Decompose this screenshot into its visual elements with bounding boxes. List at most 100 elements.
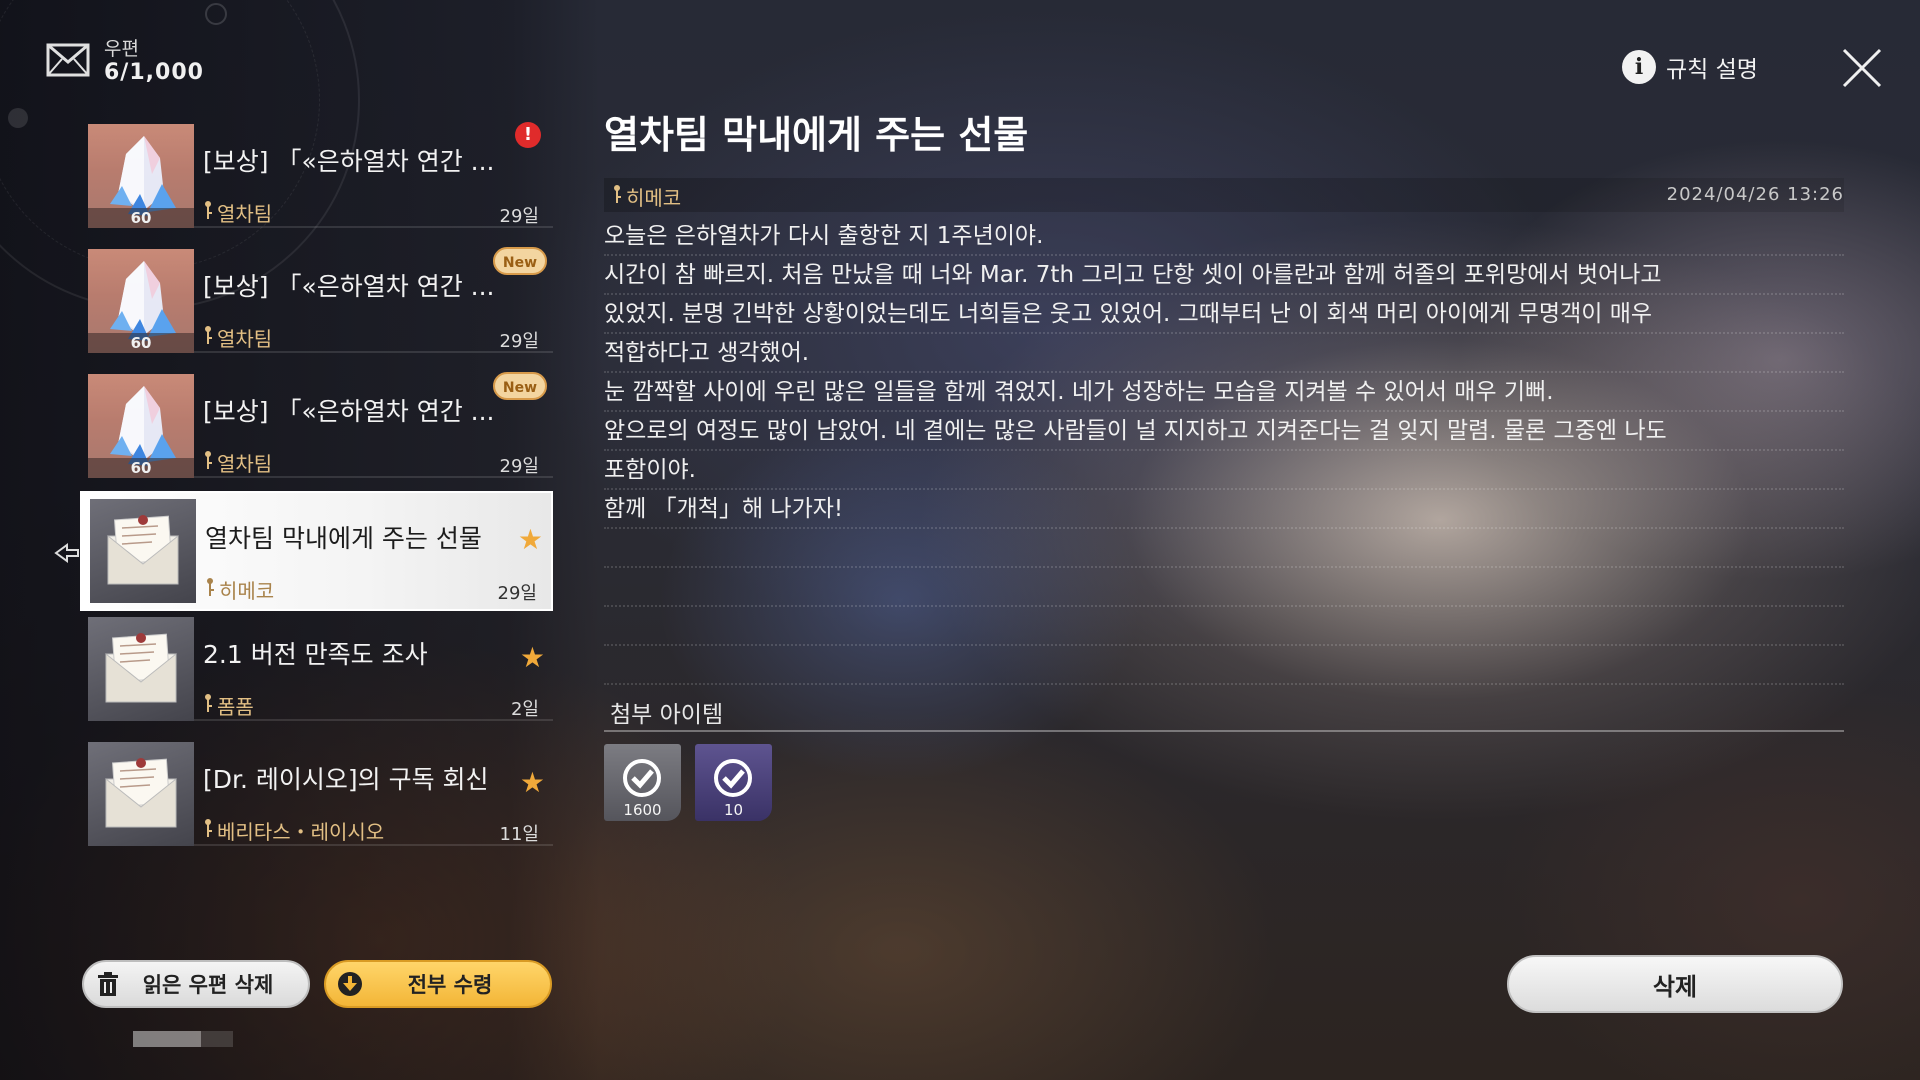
mail-days-remaining: 29일 — [499, 206, 539, 227]
sender-pin-icon — [203, 450, 213, 475]
sender-pin-icon — [203, 818, 213, 843]
mail-sender: 폼폼 — [203, 691, 254, 720]
sender-pin-icon — [203, 693, 213, 718]
mail-body-line: 눈 깜짝할 사이에 우린 많은 일들을 함께 겪었지. 네가 성장하는 모습을 … — [604, 373, 1844, 412]
mail-list-item[interactable]: [Dr. 레이시오]의 구독 회신베리타스・레이시오 11일 ★ — [88, 742, 553, 846]
download-icon — [326, 971, 374, 997]
mail-detail-title: 열차팀 막내에게 주는 선물 — [604, 113, 1029, 157]
envelope-icon — [46, 43, 90, 81]
attachment-quantity: 1600 — [623, 801, 662, 819]
info-icon: i — [1622, 50, 1656, 84]
reward-crystal-thumbnail: 60 — [88, 374, 194, 478]
list-scroll-thumb — [133, 1031, 201, 1047]
letter-thumbnail — [90, 499, 196, 603]
claimed-check-icon — [623, 759, 661, 797]
delete-mail-button[interactable]: 삭제 — [1507, 955, 1843, 1013]
mail-list-item[interactable]: 60 [보상] 「«은하열차 연간 ... 열차팀 29일 New — [88, 247, 553, 353]
mail-sender: 히메코 — [205, 575, 274, 604]
delete-read-mail-button[interactable]: 읽은 우편 삭제 — [82, 960, 310, 1008]
mail-sender-name: 열차팀 — [217, 327, 273, 351]
mail-body-line — [604, 568, 1844, 607]
selection-pointer-icon — [54, 543, 79, 563]
sender-pin-icon — [612, 184, 622, 209]
mail-detail-sender-name: 히메코 — [626, 186, 682, 210]
mail-list-item[interactable]: 열차팀 막내에게 주는 선물히메코 29일 ★ — [80, 491, 553, 611]
mail-body-line — [604, 529, 1844, 568]
mail-body-line: 오늘은 은하열차가 다시 출항한 지 1주년이야. — [604, 217, 1844, 256]
mail-body-line: 앞으로의 여정도 많이 남았어. 네 곁에는 많은 사람들이 널 지지하고 지켜… — [604, 412, 1844, 451]
mail-list-item[interactable]: 2.1 버전 만족도 조사폼폼 2일 ★ — [88, 617, 553, 721]
mail-subject: 2.1 버전 만족도 조사 — [203, 640, 428, 669]
star-icon: ★ — [519, 766, 545, 799]
mail-sender: 베리타스・레이시오 — [203, 816, 384, 845]
mail-body-line: 함께 「개척」해 나가자! — [604, 490, 1844, 529]
new-badge: New — [493, 247, 547, 275]
mail-body-line — [604, 646, 1844, 685]
sender-pin-icon — [205, 577, 215, 602]
mail-body-line: 적합하다고 생각했어. — [604, 334, 1844, 373]
decorative-dot — [8, 108, 28, 128]
attachments-list: 1600 10 — [604, 744, 772, 821]
mail-sender-name: 열차팀 — [217, 202, 273, 226]
mail-days-remaining: 2일 — [510, 699, 539, 720]
mailbox-header: 우편 6/1,000 — [46, 38, 204, 85]
mail-sender-name: 히메코 — [219, 579, 275, 603]
mail-sender-name: 열차팀 — [217, 452, 273, 476]
mail-list-item[interactable]: 60 [보상] 「«은하열차 연간 ... 열차팀 29일 New — [88, 372, 553, 478]
mail-days-remaining: 29일 — [499, 456, 539, 477]
rules-button-label: 규칙 설명 — [1666, 57, 1758, 83]
mail-subject: [Dr. 레이시오]의 구독 회신 — [203, 765, 489, 794]
mail-body-line — [604, 607, 1844, 646]
mail-sender-name: 베리타스・레이시오 — [217, 820, 385, 844]
attachment-item[interactable]: 1600 — [604, 744, 681, 821]
mail-list: 60 [보상] 「«은하열차 연간 ... 열차팀 29일! 60 [보상] 「«은하열차… — [80, 122, 553, 867]
mail-body-line: 시간이 참 빠르지. 처음 만났을 때 너와 Mar. 7th 그리고 단항 셋… — [604, 256, 1844, 295]
mail-sender: 열차팀 — [203, 198, 272, 227]
mail-subject: [보상] 「«은하열차 연간 ... — [203, 272, 495, 301]
mail-detail-meta: 히메코 2024/04/26 13:26 — [604, 178, 1844, 212]
mail-list-item[interactable]: 60 [보상] 「«은하열차 연간 ... 열차팀 29일! — [88, 122, 553, 228]
reward-quantity: 60 — [88, 458, 194, 478]
mail-subject: 열차팀 막내에게 주는 선물 — [205, 524, 482, 553]
reward-quantity: 60 — [88, 333, 194, 353]
delete-read-mail-label: 읽은 우편 삭제 — [142, 973, 274, 997]
reward-crystal-thumbnail: 60 — [88, 249, 194, 353]
reward-quantity: 60 — [88, 208, 194, 228]
attachment-item[interactable]: 10 — [695, 744, 772, 821]
trash-icon — [84, 972, 132, 996]
mail-subject: [보상] 「«은하열차 연간 ... — [203, 397, 495, 426]
mail-subject: [보상] 「«은하열차 연간 ... — [203, 147, 495, 176]
star-icon: ★ — [519, 641, 545, 674]
mailbox-count: 6/1,000 — [104, 60, 204, 85]
attachments-title: 첨부 아이템 — [610, 702, 724, 728]
reward-crystal-thumbnail: 60 — [88, 124, 194, 228]
mail-body-line: 포함이야. — [604, 451, 1844, 490]
claimed-check-icon — [714, 759, 752, 797]
mail-days-remaining: 11일 — [499, 824, 539, 845]
sender-pin-icon — [203, 200, 213, 225]
mail-sender-name: 폼폼 — [217, 695, 254, 719]
attachments-divider — [604, 730, 1844, 732]
letter-thumbnail — [88, 617, 194, 721]
alert-badge: ! — [515, 122, 541, 148]
decorative-dot — [205, 3, 227, 25]
mail-sender: 열차팀 — [203, 323, 272, 352]
star-icon: ★ — [517, 523, 543, 556]
new-badge: New — [493, 372, 547, 400]
mail-detail-date: 2024/04/26 13:26 — [1666, 184, 1844, 205]
sender-pin-icon — [203, 325, 213, 350]
mail-days-remaining: 29일 — [499, 331, 539, 352]
attachment-quantity: 10 — [723, 801, 744, 819]
list-scroll-indicator — [133, 1031, 233, 1047]
claim-all-label: 전부 수령 — [407, 973, 493, 997]
mailbox-title: 우편 — [104, 38, 139, 60]
mail-body-line: 있었지. 분명 긴박한 상황이었는데도 너희들은 웃고 있었어. 그때부터 난 … — [604, 295, 1844, 334]
claim-all-button[interactable]: 전부 수령 — [324, 960, 552, 1008]
mail-detail-sender: 히메코 — [612, 182, 681, 211]
rules-button[interactable]: i 규칙 설명 — [1622, 50, 1758, 84]
letter-thumbnail — [88, 742, 194, 846]
close-icon[interactable] — [1840, 46, 1884, 90]
mail-detail-body: 오늘은 은하열차가 다시 출항한 지 1주년이야. 시간이 참 빠르지. 처음 만… — [604, 217, 1844, 685]
mail-sender: 열차팀 — [203, 448, 272, 477]
mail-days-remaining: 29일 — [497, 583, 537, 604]
